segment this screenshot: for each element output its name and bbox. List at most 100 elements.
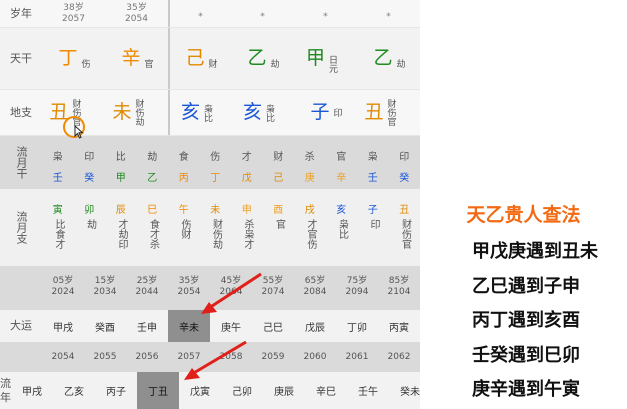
liuyue-branch-shishen: 财伤劫 (210, 219, 222, 249)
liuyue-shishen: 印 (399, 152, 410, 163)
pillar-stem-cell[interactable]: 乙劫 (357, 28, 420, 89)
liuyue-stem-cell[interactable]: 官辛 (326, 136, 358, 189)
liuyue-shishen: 枭 (367, 152, 378, 163)
dayun-item[interactable]: 丙寅 (378, 310, 420, 342)
pillar-branch-cell[interactable]: 丑财伤官 (357, 90, 420, 135)
liuyue-stem-cell[interactable]: 伤丁 (200, 136, 232, 189)
liuyue-branch-cell[interactable]: 寅比食才 (42, 189, 74, 266)
liuyue-stem-cell[interactable]: 财己 (263, 136, 295, 189)
liuyue-branch-shishen: 伤财 (179, 219, 190, 239)
liunian-item[interactable]: 甲戌 (11, 372, 53, 409)
liuyue-branch-cell[interactable]: 酉官 (263, 189, 295, 266)
liuyue-branch-cell[interactable]: 未财伤劫 (200, 189, 232, 266)
stem-shishen-label: 伤 (79, 59, 90, 68)
pillar-branch-cell[interactable]: 亥枭比 (231, 90, 294, 135)
liuyue-stem-character: 丁 (210, 173, 221, 184)
liunian-year: 2059 (261, 352, 285, 362)
liunian-item[interactable]: 丁丑 (137, 372, 179, 409)
pillar-branch-cell[interactable]: 亥枭比 (168, 90, 231, 135)
liuyue-stem-character: 癸 (399, 173, 410, 184)
liuyue-branch-character: 酉 (273, 205, 284, 216)
liuyue-branch-cell[interactable]: 子印 (357, 189, 389, 266)
liuyue-stem-character: 壬 (52, 173, 63, 184)
stem-group: 乙劫 (247, 49, 278, 69)
dayun-age-cell: 05岁 2024 (42, 266, 84, 310)
liuyue-branch-shishen: 比食才 (53, 219, 64, 249)
branch-shishen-label: 印 (331, 108, 342, 117)
liuyue-branch-cell[interactable]: 巳食才杀 (137, 189, 169, 266)
stem-character: 甲 (305, 47, 325, 69)
liuyue-branch-cell[interactable]: 辰才劫印 (105, 189, 137, 266)
row-label-stem: 天干 (10, 51, 32, 65)
liuyue-branch-cell[interactable]: 午伤财 (168, 189, 200, 266)
liuyue-branch-character: 戌 (304, 205, 315, 216)
liunian-item[interactable]: 壬午 (347, 372, 389, 409)
age-star: * (260, 12, 265, 22)
liuyue-branch-character: 卯 (84, 205, 95, 216)
liuyue-stem-cell[interactable]: 枭壬 (42, 136, 74, 189)
pillar-stem-cell[interactable]: 丁伤 (42, 28, 105, 89)
liuyue-branch-shishen: 才劫印 (116, 219, 127, 249)
dayun-item[interactable]: 戊辰 (294, 310, 336, 342)
liuyue-branch-shishen: 食才杀 (147, 219, 159, 249)
stem-character: 丁 (58, 47, 78, 69)
guide-rule: 丙丁遇到亥酉 (472, 310, 580, 331)
stem-character: 己 (185, 47, 205, 69)
pillar-stem-cell[interactable]: 辛官 (105, 28, 168, 89)
liuyue-branch-shishen: 印 (368, 219, 379, 229)
dayun-age: 15岁 (94, 276, 116, 286)
pillar-age-cell: 35岁 2054 (105, 0, 168, 27)
liuyue-stem-cell[interactable]: 食丙 (168, 136, 200, 189)
liunian-item[interactable]: 乙亥 (53, 372, 95, 409)
mouse-cursor-icon (74, 125, 84, 139)
liuyue-stem-cell[interactable]: 枭壬 (357, 136, 389, 189)
dayun-age: 75岁 (346, 276, 368, 286)
liuyue-stem-character: 甲 (115, 173, 126, 184)
liuyue-branch-shishen: 枭比 (336, 219, 348, 239)
pillar-branch-cell[interactable]: 子印 (294, 90, 357, 135)
pillar-stem-cell[interactable]: 甲日元 (294, 28, 357, 89)
pillar-stem-cell[interactable]: 乙劫 (231, 28, 294, 89)
dayun-age: 05岁 (52, 276, 74, 286)
liuyue-branch-character: 午 (178, 205, 189, 216)
liuyue-branch-character: 亥 (336, 205, 347, 216)
liunian-year: 2060 (303, 352, 327, 362)
liuyue-stem-row: 流月干 枭壬印癸比甲劫乙食丙伤丁才戊财己杀庚官辛枭壬印癸 (0, 136, 420, 189)
liuyue-stem-cell[interactable]: 比甲 (105, 136, 137, 189)
branch-character: 亥 (180, 101, 200, 123)
liuyue-shishen: 劫 (147, 152, 158, 163)
liuyue-branch-cell[interactable]: 丑财伤官 (389, 189, 421, 266)
liuyue-stem-cell[interactable]: 才戊 (231, 136, 263, 189)
dayun-item[interactable]: 甲戌 (42, 310, 84, 342)
dayun-item[interactable]: 丁卯 (336, 310, 378, 342)
liuyue-stem-cell[interactable]: 印癸 (74, 136, 106, 189)
stem-group: 辛官 (121, 49, 152, 69)
pillar-branch-cell[interactable]: 未财伤劫 (105, 90, 168, 135)
dayun-item[interactable]: 壬申 (126, 310, 168, 342)
liuyue-branch-cell[interactable]: 申杀枭才 (231, 189, 263, 266)
age-star: * (386, 12, 391, 22)
pillar-stem-cell[interactable]: 己财 (168, 28, 231, 89)
liuyue-branch-cell[interactable]: 戌才官伤 (294, 189, 326, 266)
liunian-item[interactable]: 癸未 (389, 372, 420, 409)
liuyue-stem-character: 戊 (241, 173, 252, 184)
row-label-dayun: 大运 (10, 319, 32, 333)
row-label-liuyue-stem: 流月干 (15, 146, 28, 179)
stem-group: 乙劫 (373, 49, 404, 69)
liuyue-stem-cell[interactable]: 印癸 (389, 136, 421, 189)
age-calendar-year: 2057 (62, 13, 85, 24)
liunian-item[interactable]: 庚辰 (263, 372, 305, 409)
dayun-age-spacer (0, 266, 42, 310)
liuyue-stem-character: 辛 (336, 173, 347, 184)
dayun-item[interactable]: 癸酉 (84, 310, 126, 342)
guide-rule: 壬癸遇到巳卯 (472, 345, 580, 366)
arrow-liunian-icon (184, 340, 247, 380)
liuyue-branch-cell[interactable]: 亥枭比 (326, 189, 358, 266)
dayun-year: 2094 (345, 286, 369, 297)
liuyue-stem-cell[interactable]: 杀庚 (294, 136, 326, 189)
liuyue-stem-cell[interactable]: 劫乙 (137, 136, 169, 189)
age-years: 38岁 (63, 3, 84, 14)
liunian-item[interactable]: 丙子 (95, 372, 137, 409)
liuyue-branch-cell[interactable]: 卯劫 (74, 189, 106, 266)
liunian-item[interactable]: 辛巳 (305, 372, 347, 409)
